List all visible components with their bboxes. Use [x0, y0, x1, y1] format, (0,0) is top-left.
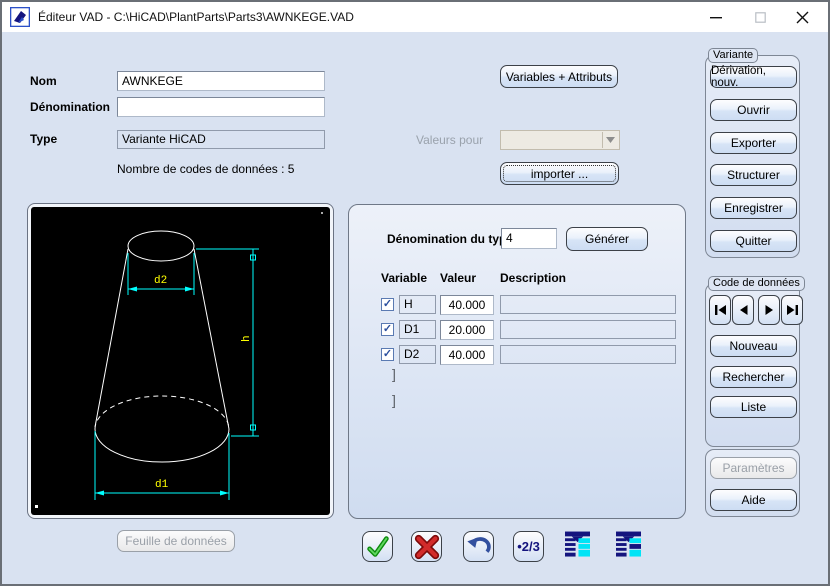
first-record-icon	[714, 304, 727, 316]
nom-label: Nom	[30, 74, 57, 88]
dim-label-h: h	[241, 335, 253, 342]
canvas-marker	[35, 505, 38, 508]
valeurs-pour-label: Valeurs pour	[416, 133, 483, 147]
type-field: Variante HiCAD	[117, 130, 325, 149]
nav-previous-button[interactable]	[732, 295, 754, 325]
check-icon: ✓	[383, 324, 392, 335]
confirm-button[interactable]	[362, 531, 393, 562]
check-icon: ✓	[383, 299, 392, 310]
undo-arrow-icon	[465, 533, 493, 561]
structurer-button[interactable]: Structurer	[710, 164, 797, 186]
liste-button[interactable]: Liste	[710, 396, 797, 418]
variable-description-h[interactable]	[500, 295, 676, 314]
column-header-description: Description	[500, 271, 566, 285]
red-cross-icon	[413, 533, 441, 561]
minimize-icon	[710, 11, 722, 23]
variante-group-label: Variante	[708, 48, 758, 63]
maximize-button	[738, 2, 782, 32]
variable-checkbox-d1[interactable]: ✓	[381, 323, 394, 336]
variante-group: Dérivation, nouv. Ouvrir Exporter Struct…	[705, 55, 800, 258]
valeurs-pour-combobox	[500, 130, 620, 150]
data-table-icon-2-button[interactable]	[615, 530, 641, 560]
nouveau-button[interactable]: Nouveau	[710, 335, 797, 357]
variable-description-d2[interactable]	[500, 345, 676, 364]
nav-next-button[interactable]	[758, 295, 780, 325]
page-2-3-button[interactable]: •2/3	[513, 531, 544, 562]
quitter-button[interactable]: Quitter	[710, 230, 797, 252]
rechercher-button[interactable]: Rechercher	[710, 366, 797, 388]
variable-name-d1: D1	[399, 320, 436, 339]
maximize-icon	[755, 12, 766, 23]
variables-attributs-button[interactable]: Variables + Attributs	[500, 65, 618, 88]
check-icon: ✓	[383, 349, 392, 360]
denomination-field[interactable]	[117, 97, 325, 117]
variable-name-h: H	[399, 295, 436, 314]
undo-button[interactable]	[463, 531, 494, 562]
cone-drawing: d2 h d1	[31, 207, 328, 513]
data-table-icon-2	[616, 531, 641, 559]
chevron-down-icon	[606, 137, 615, 143]
exporter-button[interactable]: Exporter	[710, 132, 797, 154]
minimize-button[interactable]	[694, 2, 738, 32]
data-table-icon-1-button[interactable]	[564, 530, 590, 560]
canvas-marker	[321, 212, 323, 214]
nav-last-button[interactable]	[781, 295, 803, 325]
generer-button[interactable]: Générer	[566, 227, 648, 251]
close-icon	[796, 11, 809, 24]
cancel-button[interactable]	[411, 531, 442, 562]
nav-first-button[interactable]	[709, 295, 731, 325]
variable-value-h[interactable]: 40.000	[440, 295, 494, 315]
parametres-button: Paramètres	[710, 457, 797, 479]
data-table-icon-1	[565, 531, 590, 559]
variable-value-d2[interactable]: 40.000	[440, 345, 494, 365]
previous-record-icon	[737, 304, 750, 316]
editor-vad-window: Éditeur VAD - C:\HiCAD\PlantParts\Parts3…	[0, 0, 830, 586]
green-check-icon	[364, 533, 392, 561]
variable-name-d2: D2	[399, 345, 436, 364]
last-record-icon	[786, 304, 799, 316]
enregistrer-button[interactable]: Enregistrer	[710, 197, 797, 219]
cad-preview-canvas: d2 h d1	[31, 207, 330, 515]
window-title: Éditeur VAD - C:\HiCAD\PlantParts\Parts3…	[38, 10, 354, 24]
empty-row-bracket: ]	[392, 366, 396, 382]
denomination-type-label: Dénomination du type	[387, 232, 513, 246]
variable-value-d1[interactable]: 20.000	[440, 320, 494, 340]
derivation-nouv-button[interactable]: Dérivation, nouv.	[710, 66, 797, 88]
denomination-label: Dénomination	[30, 100, 110, 114]
variable-checkbox-h[interactable]: ✓	[381, 298, 394, 311]
code-donnees-group-label: Code de données	[708, 276, 805, 291]
column-header-variable: Variable	[381, 271, 427, 285]
code-donnees-group: Nouveau Rechercher Liste	[705, 283, 800, 447]
denomination-type-field[interactable]: 4	[501, 228, 557, 249]
feuille-de-donnees-button: Feuille de données	[117, 530, 235, 552]
empty-row-bracket: ]	[392, 392, 396, 408]
nom-field[interactable]: AWNKEGE	[117, 71, 325, 91]
type-label: Type	[30, 132, 57, 146]
ouvrir-button[interactable]: Ouvrir	[710, 99, 797, 121]
close-button[interactable]	[780, 2, 824, 32]
dim-label-d1: d1	[155, 479, 169, 491]
type-variables-panel: Dénomination du type 4 Générer Variable …	[348, 204, 686, 519]
column-header-valeur: Valeur	[440, 271, 476, 285]
codes-count-text: Nombre de codes de données : 5	[117, 162, 294, 176]
next-record-icon	[763, 304, 776, 316]
dim-label-d2: d2	[154, 275, 167, 287]
importer-button[interactable]: importer ...	[500, 162, 619, 185]
hicad-vad-editor-icon	[10, 7, 30, 27]
cad-preview-panel: d2 h d1	[27, 203, 334, 519]
variable-description-d1[interactable]	[500, 320, 676, 339]
aide-button[interactable]: Aide	[710, 489, 797, 511]
misc-group: Paramètres Aide	[705, 449, 800, 517]
variable-checkbox-d2[interactable]: ✓	[381, 348, 394, 361]
